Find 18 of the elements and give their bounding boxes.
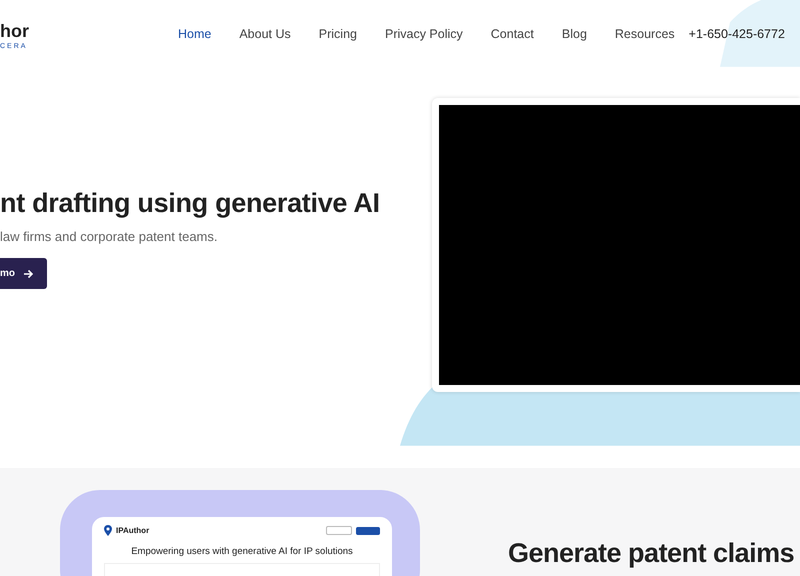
app-heading: Empowering users with generative AI for IP solutions	[130, 546, 354, 557]
nav-link[interactable]: Privacy Policy	[384, 27, 463, 41]
nav-link[interactable]: Contact	[490, 27, 534, 41]
nav-link[interactable]: About Us	[239, 27, 291, 41]
feature-title: Generate patent claims	[508, 538, 794, 570]
nav-link[interactable]: Blog	[562, 27, 587, 41]
pin-icon	[104, 525, 112, 536]
nav-link[interactable]: Home	[178, 27, 212, 41]
arrow-icon	[23, 268, 33, 278]
demo-button[interactable]: mo	[0, 258, 47, 289]
phone-link[interactable]: +1-650-425-6772	[688, 27, 785, 41]
log-in-button[interactable]	[356, 526, 380, 534]
app-brand: IPAuthor	[116, 526, 150, 535]
hero-headline: nt drafting using generative AI	[0, 188, 381, 219]
nav-link[interactable]: Pricing	[318, 27, 357, 41]
logo-name[interactable]: hor	[0, 20, 178, 40]
nav-link[interactable]: Resources	[614, 27, 675, 41]
hero-subtitle: law firms and corporate patent teams.	[0, 229, 218, 244]
